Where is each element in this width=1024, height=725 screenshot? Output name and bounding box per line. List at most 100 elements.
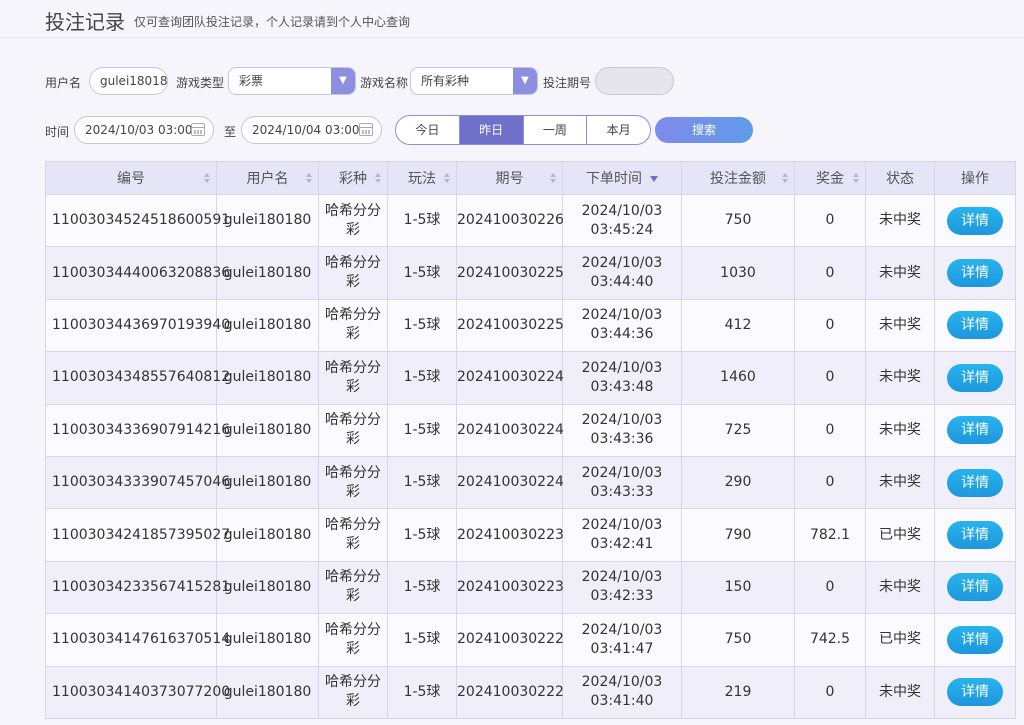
search-button[interactable]: 搜索 [655, 117, 753, 143]
order-date: 2024/10/03 [581, 202, 663, 219]
bet-id-cell: 11003034336907914216 [45, 403, 230, 457]
order-date: 2024/10/03 [581, 621, 663, 638]
play-cell: 1-5球 [387, 246, 457, 300]
order-date: 2024/10/03 [581, 359, 663, 376]
action-cell: 详情 [934, 665, 1016, 719]
lottery-cell: 哈希分分彩 [318, 613, 388, 667]
order-time-cell: 2024/10/03 03:43:33 [562, 455, 682, 510]
issue-cell: 202410030225 [456, 298, 564, 353]
table-row: 11003034333907457046 gulei180180 哈希分分彩 1-5球… [45, 455, 1016, 510]
bet-id-cell: 11003034140373077200 [45, 665, 230, 719]
sort-icon [853, 173, 859, 184]
status-cell: 未中奖 [865, 193, 935, 248]
order-date: 2024/10/03 [581, 412, 663, 429]
username-cell: gulei180180 [216, 193, 319, 248]
status-cell: 未中奖 [865, 246, 935, 300]
play-cell: 1-5球 [387, 351, 457, 405]
action-cell: 详情 [934, 193, 1016, 248]
sort-icon [375, 173, 381, 184]
detail-button[interactable]: 详情 [947, 468, 1003, 497]
start-time-input[interactable]: 2024/10/03 03:00 [74, 116, 214, 144]
game-name-label: 游戏名称 [360, 76, 409, 90]
detail-button[interactable]: 详情 [947, 573, 1003, 602]
issue-cell: 202410030224 [456, 455, 564, 510]
status-cell: 未中奖 [865, 560, 935, 615]
game-type-select[interactable]: 彩票 ▼ [228, 67, 356, 95]
prize-cell: 0 [794, 560, 866, 615]
column-header-prize[interactable]: 奖金 [794, 161, 866, 195]
detail-button[interactable]: 详情 [947, 206, 1003, 235]
calendar-icon [191, 123, 205, 136]
detail-button[interactable]: 详情 [947, 311, 1003, 340]
prize-cell: 782.1 [794, 508, 866, 562]
amount-cell: 1030 [681, 246, 795, 300]
issue-cell: 202410030224 [456, 403, 564, 457]
sort-icon [444, 173, 450, 184]
amount-cell: 290 [681, 455, 795, 510]
column-header-label: 奖金 [816, 171, 844, 187]
column-header-order-time[interactable]: 下单时间 [562, 161, 682, 195]
table-row: 11003034436970193940 gulei180180 哈希分分彩 1-5球… [45, 298, 1016, 353]
game-name-select[interactable]: 所有彩种 ▼ [410, 67, 538, 95]
issue-cell: 202410030223 [456, 560, 564, 615]
column-header-label: 期号 [495, 171, 524, 187]
lottery-cell: 哈希分分彩 [318, 560, 388, 615]
table-row: 11003034140373077200 gulei180180 哈希分分彩 1-5球… [45, 665, 1016, 719]
username-cell: gulei180180 [216, 403, 319, 457]
order-date: 2024/10/03 [581, 255, 663, 272]
order-time-cell: 2024/10/03 03:42:41 [562, 508, 682, 562]
column-header-user[interactable]: 用户名 [216, 161, 319, 195]
issue-cell: 202410030226 [456, 193, 564, 248]
order-time-cell: 2024/10/03 03:43:48 [562, 351, 682, 405]
lottery-cell: 哈希分分彩 [318, 508, 388, 562]
order-clock-time: 03:42:41 [590, 536, 654, 553]
username-cell: gulei180180 [216, 246, 319, 300]
range-week-button[interactable]: 一周 [524, 116, 588, 144]
range-today-button[interactable]: 今日 [396, 116, 460, 144]
range-month-button[interactable]: 本月 [587, 116, 650, 144]
order-time-cell: 2024/10/03 03:44:40 [562, 246, 682, 300]
detail-button[interactable]: 详情 [947, 521, 1003, 550]
page-header: 投注记录 仅可查询团队投注记录，个人记录请到个人中心查询 [0, 0, 1024, 38]
issue-cell: 202410030223 [456, 508, 564, 562]
detail-button[interactable]: 详情 [947, 416, 1003, 445]
detail-button[interactable]: 详情 [947, 678, 1003, 707]
bet-id-cell: 11003034241857395027 [45, 508, 230, 562]
prize-cell: 0 [794, 193, 866, 248]
calendar-icon [359, 123, 373, 136]
column-header-id[interactable]: 编号 [45, 161, 217, 195]
detail-button[interactable]: 详情 [947, 625, 1003, 654]
chevron-down-icon: ▼ [331, 68, 355, 94]
column-header-label: 彩种 [339, 171, 367, 187]
order-clock-time: 03:44:36 [590, 326, 654, 343]
username-input[interactable]: gulei180180 [89, 67, 168, 95]
detail-button[interactable]: 详情 [947, 259, 1003, 288]
order-time-cell: 2024/10/03 03:41:47 [562, 613, 682, 667]
column-header-play[interactable]: 玩法 [387, 161, 457, 195]
play-cell: 1-5球 [387, 403, 457, 457]
prize-cell: 0 [794, 298, 866, 353]
status-cell: 未中奖 [865, 403, 935, 457]
issue-input[interactable] [595, 67, 674, 95]
game-type-value: 彩票 [239, 74, 264, 88]
bet-id-cell: 11003034233567415281 [45, 560, 230, 615]
username-cell: gulei180180 [216, 560, 319, 615]
action-cell: 详情 [934, 246, 1016, 300]
order-date: 2024/10/03 [581, 674, 663, 691]
detail-button[interactable]: 详情 [947, 363, 1003, 392]
column-header-issue[interactable]: 期号 [456, 161, 563, 195]
sort-icon [782, 173, 788, 184]
table-row: 11003034147616370514 gulei180180 哈希分分彩 1-5球… [45, 613, 1016, 667]
order-time-cell: 2024/10/03 03:44:36 [562, 298, 682, 353]
column-header-lottery[interactable]: 彩种 [318, 161, 388, 195]
status-cell: 未中奖 [865, 665, 935, 719]
column-header-label: 用户名 [246, 171, 289, 187]
range-yesterday-button[interactable]: 昨日 [459, 116, 524, 144]
amount-cell: 412 [681, 298, 795, 353]
column-header-amount[interactable]: 投注金额 [681, 161, 795, 195]
end-time-input[interactable]: 2024/10/04 03:00 [241, 116, 382, 144]
play-cell: 1-5球 [387, 508, 457, 562]
sort-icon [550, 173, 556, 184]
status-cell: 已中奖 [865, 613, 935, 667]
action-cell: 详情 [934, 508, 1016, 562]
